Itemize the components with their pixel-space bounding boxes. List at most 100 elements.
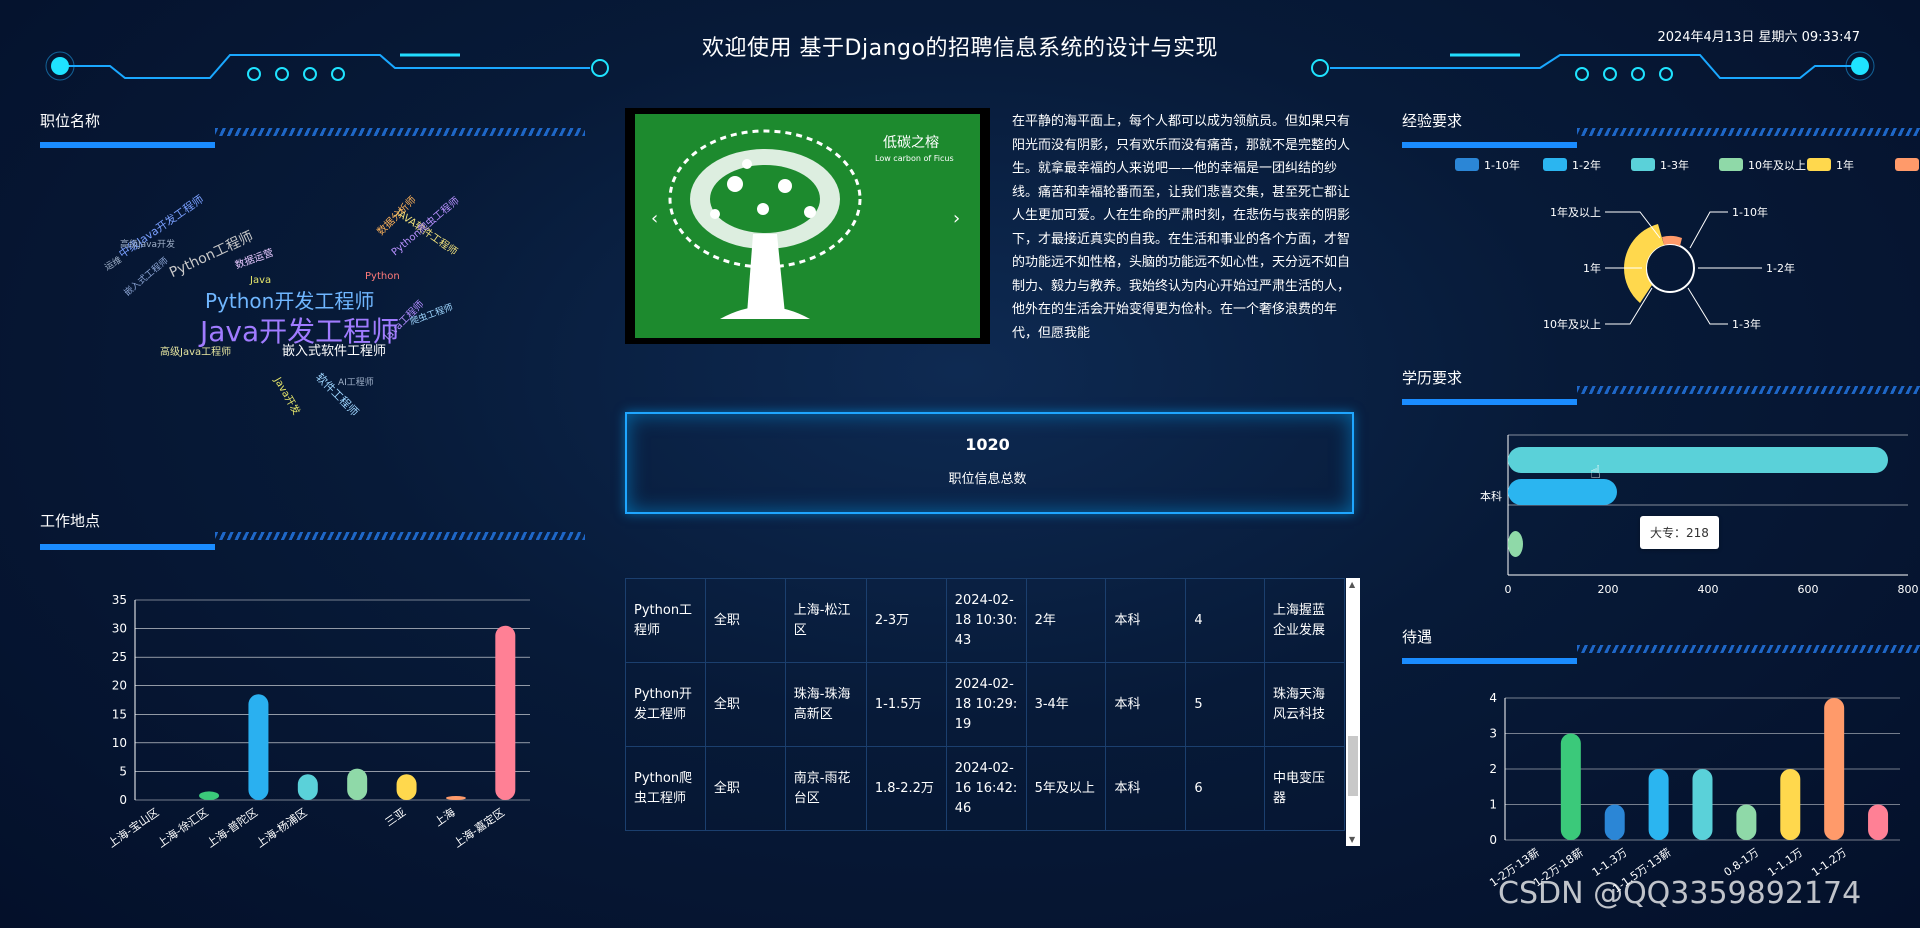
y-tick-label: 1 (1489, 798, 1497, 812)
bar (1560, 733, 1581, 840)
table-cell: 2024-02-16 16:42:46 (945, 746, 1027, 831)
y-tick-label: 3 (1489, 727, 1497, 741)
x-tick-label: 上海-杨浦区 (253, 805, 309, 850)
pie-ring (1645, 243, 1695, 293)
table-row: Python开发工程师 全职 珠海-珠海高新区 1-1.5万 2024-02-18 10… (625, 662, 1345, 747)
panel-underline (1402, 658, 1577, 664)
wordcloud-word: Python (365, 271, 400, 282)
pie-label-line (1689, 211, 1728, 249)
table-cell: 2024-02-18 10:29:19 (945, 662, 1027, 747)
table-cell: 中电变压器 (1264, 746, 1345, 831)
panel-underline (40, 142, 215, 148)
table-cell: Python爬虫工程师 (625, 746, 706, 831)
panel-underline (40, 544, 215, 550)
panel-hatch (215, 532, 585, 540)
location-chart: 0 5 10 15 20 25 30 35 上海-宝山区上海-徐汇区上海-普陀区上海-杨浦区 三亚… (105, 593, 530, 850)
wordcloud-word: Java开发 (271, 375, 302, 417)
table-cell: Python开发工程师 (625, 662, 706, 747)
bar (1824, 698, 1845, 840)
table-cell: 2024-02-18 10:30:43 (945, 578, 1027, 663)
y-tick-label: 10 (112, 736, 127, 750)
bar (1648, 769, 1669, 840)
bar (1604, 804, 1625, 840)
education-chart: 0 200 400 600 800 本科 (1480, 434, 1919, 596)
y-tick-label: 25 (112, 650, 127, 664)
bar (396, 774, 417, 800)
experience-chart: 1-10年1-2年1-3年10年及以上1年1年及以上1年及以上1-10年1年1-… (1455, 158, 1919, 331)
bar (1508, 447, 1888, 473)
legend-swatch (1543, 158, 1567, 171)
x-tick-label: 600 (1798, 583, 1819, 596)
table-scrollbar[interactable]: ▲ ▼ (1346, 578, 1360, 846)
total-count-label: 职位信息总数 (948, 472, 1027, 487)
table-cell: 6 (1185, 746, 1266, 831)
watermark: CSDN @QQ3359892174 (1498, 876, 1862, 911)
scroll-down-arrow[interactable]: ▼ (1349, 835, 1355, 844)
table-cell: 上海握蓝企业发展 (1264, 578, 1345, 663)
pie-label: 1-10年 (1732, 205, 1768, 219)
panel-title-experience: 经验要求 (1402, 112, 1463, 130)
table-cell: 2-3万 (865, 578, 947, 663)
pie-label: 1年 (1583, 261, 1601, 275)
carousel-image: 低碳之榕 Low carbon of Ficus (635, 114, 980, 338)
table-cell: 5年及以上 (1025, 746, 1107, 831)
table-cell: 全职 (704, 578, 786, 663)
bar (445, 796, 466, 800)
table-cell: 全职 (704, 662, 786, 747)
panel-title-benefits: 待遇 (1402, 628, 1433, 646)
table-cell: 南京-雨花台区 (784, 746, 867, 831)
carousel-prev-button[interactable]: ‹ (651, 208, 658, 229)
legend-label: 1-10年 (1484, 158, 1520, 172)
bar (199, 791, 220, 800)
wordcloud-word: Python开发工程师 (205, 289, 375, 313)
wordcloud-word: 嵌入式软件工程师 (282, 344, 387, 359)
carousel-image-title: 低碳之榕 (883, 135, 939, 151)
jobs-table-container: Python工程师 全职 上海-松江区 2-3万 2024-02-18 10:30:43… (625, 578, 1345, 846)
chart-tooltip: 大专：218 (1640, 516, 1719, 549)
x-tick-label: 上海-嘉定区 (451, 805, 507, 850)
panel-title-education: 学历要求 (1402, 369, 1463, 387)
datetime: 2024年4月13日 星期六 09:33:47 (1657, 30, 1860, 45)
table-cell: 5 (1185, 662, 1266, 747)
table-cell: 本科 (1105, 578, 1187, 663)
y-tick-label: 0 (1489, 833, 1497, 847)
mouse-cursor-icon: ☝ (1590, 462, 1601, 483)
y-tick-label: 30 (112, 622, 127, 636)
legend-swatch (1895, 158, 1919, 171)
wordcloud-word: AI工程师 (338, 378, 374, 388)
legend-swatch (1719, 158, 1743, 171)
bar (1508, 531, 1523, 557)
x-tick-label: 1-1.2万 (1809, 846, 1849, 879)
bar (1736, 804, 1757, 840)
bar (1692, 769, 1713, 840)
wordcloud-word: Java (250, 275, 272, 286)
x-tick-label: 三亚 (383, 806, 408, 829)
wordcloud: Java开发工程师 Python开发工程师 Python工程师 中级Java开发工程师… (103, 193, 510, 425)
table-cell: 珠海天海风云科技 (1264, 662, 1345, 747)
legend-label: 1-2年 (1572, 158, 1601, 172)
bar (1868, 804, 1889, 840)
y-tick-label: 15 (112, 707, 127, 721)
table-cell: 本科 (1105, 662, 1187, 747)
bar (248, 694, 269, 800)
scroll-thumb[interactable] (1348, 736, 1358, 796)
x-tick-label: 200 (1598, 583, 1619, 596)
y-tick-label: 2 (1489, 762, 1497, 776)
scroll-up-arrow[interactable]: ▲ (1349, 580, 1355, 589)
pie-slice (1623, 268, 1652, 303)
bar (495, 625, 516, 800)
pie-label: 10年及以上 (1543, 317, 1601, 331)
panel-hatch (1577, 645, 1920, 653)
wordcloud-word: 嵌入式工程师 (122, 256, 171, 299)
table-row: Python爬虫工程师 全职 南京-雨花台区 1.8-2.2万 2024-02-16 1… (625, 746, 1345, 831)
panel-underline (1402, 399, 1577, 405)
x-tick-label: 1-1.1万 (1765, 846, 1805, 879)
table-cell: 本科 (1105, 746, 1187, 831)
table-row: Python工程师 全职 上海-松江区 2-3万 2024-02-18 10:30:43… (625, 578, 1345, 663)
jobs-table: Python工程师 全职 上海-松江区 2-3万 2024-02-18 10:30:43… (625, 578, 1345, 831)
panel-underline (1402, 142, 1577, 148)
legend-label: 1年 (1836, 158, 1854, 172)
carousel-next-button[interactable]: › (953, 208, 960, 229)
bar (1780, 769, 1801, 840)
panel-title-position: 职位名称 (40, 112, 101, 130)
